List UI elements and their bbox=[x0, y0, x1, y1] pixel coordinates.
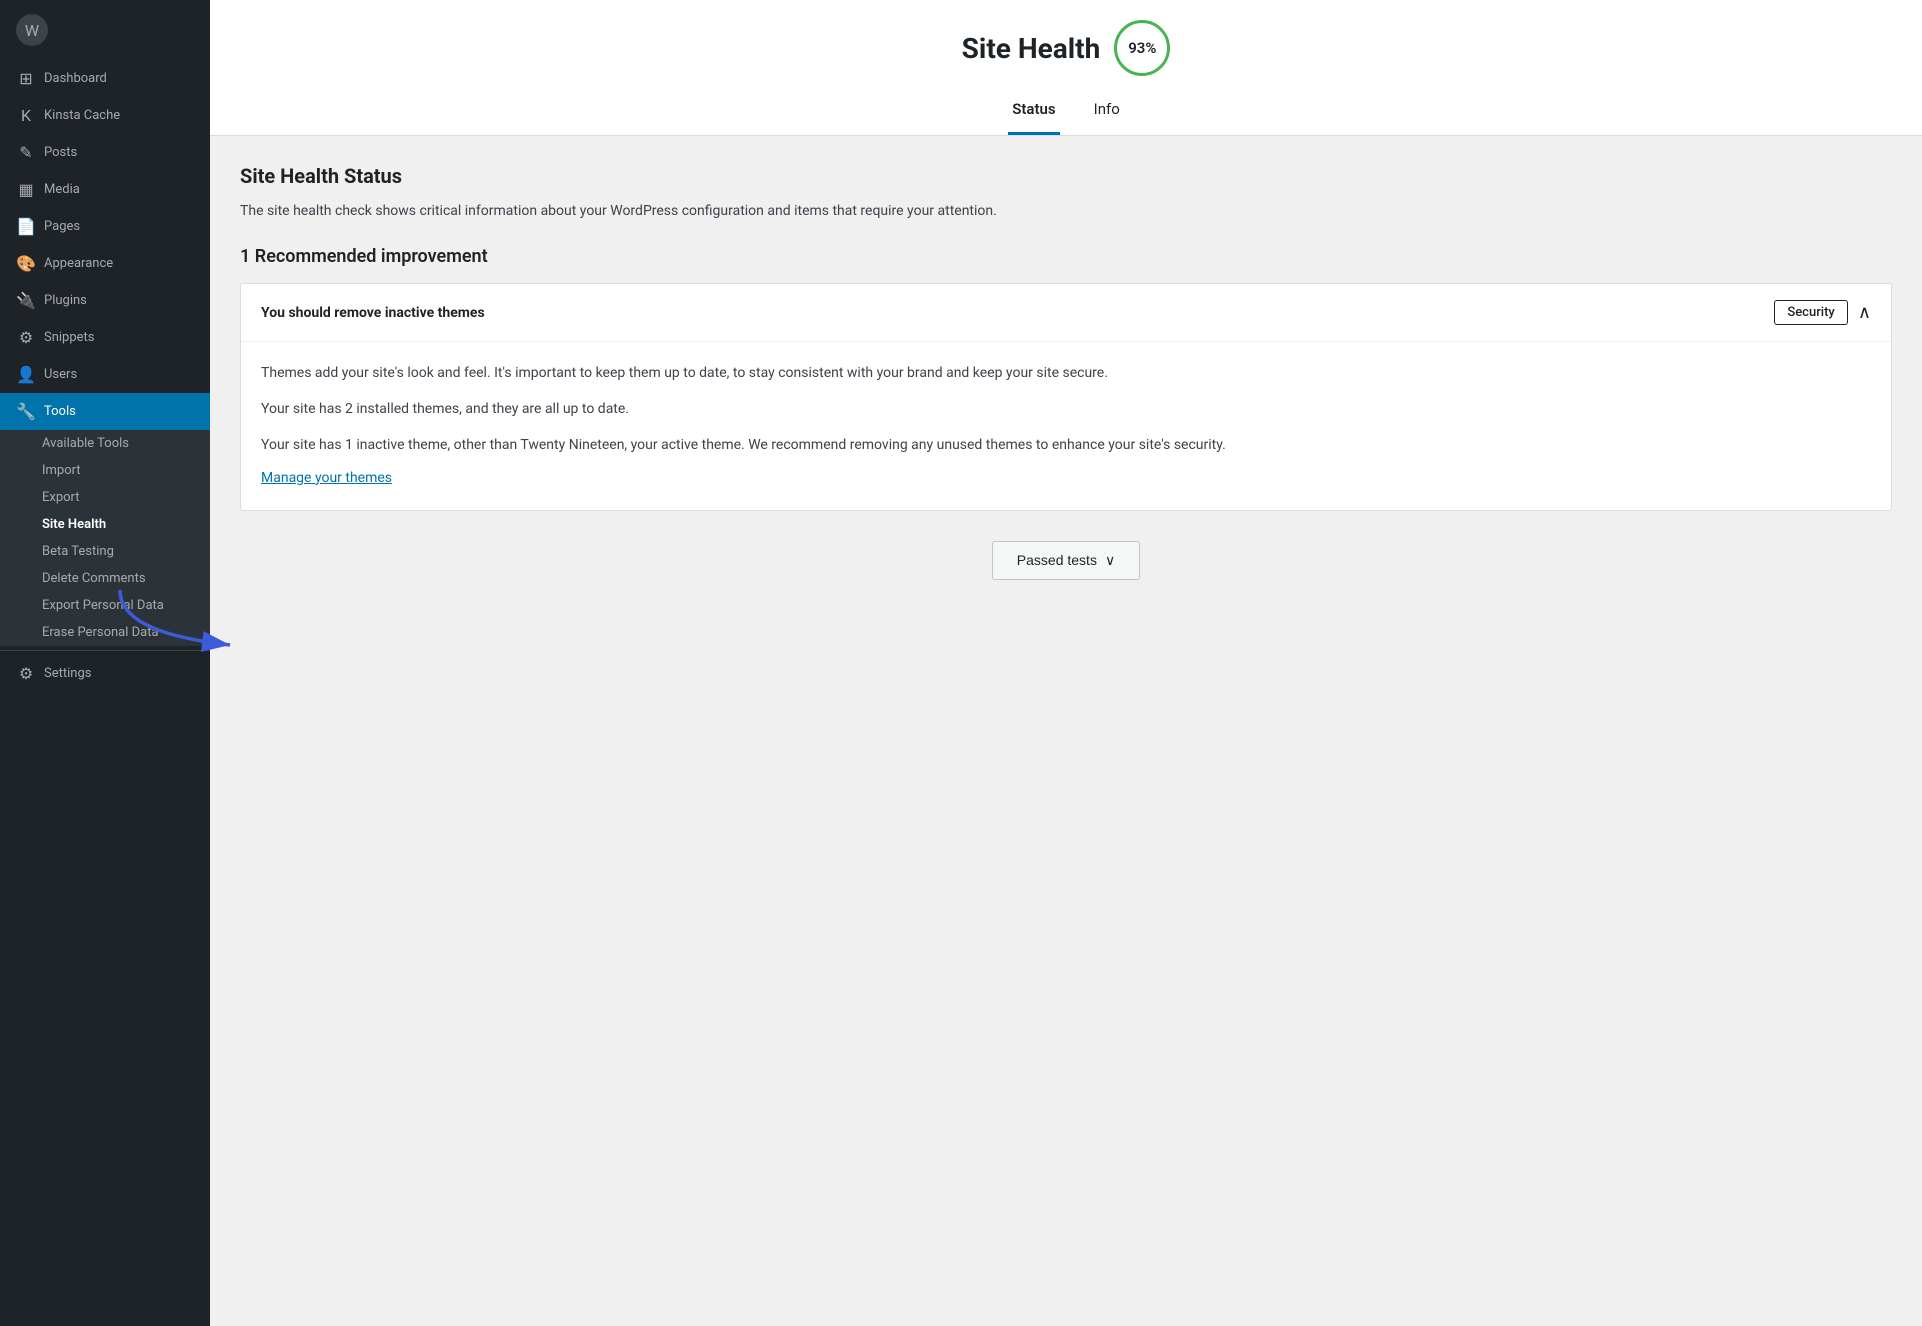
sidebar-item-settings[interactable]: ⚙ Settings bbox=[0, 655, 210, 692]
sidebar-item-tools[interactable]: 🔧 Tools bbox=[0, 393, 210, 430]
sidebar-item-label: Snippets bbox=[44, 330, 95, 345]
sub-item-delete-comments[interactable]: Delete Comments bbox=[0, 565, 210, 592]
tools-icon: 🔧 bbox=[16, 402, 36, 421]
page-title-area: Site Health 93% bbox=[962, 20, 1171, 76]
posts-icon: ✎ bbox=[16, 143, 36, 162]
sidebar-logo: W bbox=[0, 0, 210, 60]
manage-themes-link[interactable]: Manage your themes bbox=[261, 470, 392, 486]
sub-item-beta-testing[interactable]: Beta Testing bbox=[0, 538, 210, 565]
issue-card: You should remove inactive themes Securi… bbox=[240, 283, 1892, 510]
sidebar-item-media[interactable]: ▦ Media bbox=[0, 171, 210, 208]
content-body: Site Health Status The site health check… bbox=[210, 136, 1922, 628]
issue-title: You should remove inactive themes bbox=[261, 305, 485, 321]
page-title: Site Health bbox=[962, 32, 1101, 65]
sidebar-item-posts[interactable]: ✎ Posts bbox=[0, 134, 210, 171]
plugins-icon: 🔌 bbox=[16, 291, 36, 310]
sidebar-item-label: Appearance bbox=[44, 256, 113, 271]
sidebar-item-plugins[interactable]: 🔌 Plugins bbox=[0, 282, 210, 319]
sidebar-item-pages[interactable]: 📄 Pages bbox=[0, 208, 210, 245]
sub-item-import[interactable]: Import bbox=[0, 457, 210, 484]
chevron-down-icon: ∨ bbox=[1105, 552, 1115, 569]
settings-icon: ⚙ bbox=[16, 664, 36, 683]
content-header: Site Health 93% Status Info bbox=[210, 0, 1922, 136]
issue-card-body: Themes add your site's look and feel. It… bbox=[241, 342, 1891, 509]
issue-body-text-3: Your site has 1 inactive theme, other th… bbox=[261, 434, 1871, 458]
sidebar-separator bbox=[0, 650, 210, 651]
kinsta-icon: K bbox=[16, 106, 36, 125]
collapse-chevron-icon[interactable]: ∧ bbox=[1858, 302, 1871, 323]
sidebar-item-users[interactable]: 👤 Users bbox=[0, 356, 210, 393]
sidebar-item-dashboard[interactable]: ⊞ Dashboard bbox=[0, 60, 210, 97]
users-icon: 👤 bbox=[16, 365, 36, 384]
sidebar-item-label: Dashboard bbox=[44, 71, 107, 86]
appearance-icon: 🎨 bbox=[16, 254, 36, 273]
tools-sub-menu: Available Tools Import Export Site Healt… bbox=[0, 430, 210, 646]
sidebar-item-label: Users bbox=[44, 367, 77, 382]
dashboard-icon: ⊞ bbox=[16, 69, 36, 88]
sidebar: W ⊞ Dashboard K Kinsta Cache ✎ Posts ▦ M… bbox=[0, 0, 210, 1326]
section-title: Site Health Status bbox=[240, 164, 1892, 188]
issue-header-right: Security ∧ bbox=[1774, 300, 1871, 325]
sidebar-item-label: Tools bbox=[44, 404, 76, 419]
issue-card-header: You should remove inactive themes Securi… bbox=[241, 284, 1891, 342]
media-icon: ▦ bbox=[16, 180, 36, 199]
tab-status[interactable]: Status bbox=[1008, 92, 1059, 135]
description-text: The site health check shows critical inf… bbox=[240, 200, 1892, 222]
sidebar-item-appearance[interactable]: 🎨 Appearance bbox=[0, 245, 210, 282]
tab-info[interactable]: Info bbox=[1090, 92, 1124, 135]
issue-body-text-1: Themes add your site's look and feel. It… bbox=[261, 362, 1871, 386]
pages-icon: 📄 bbox=[16, 217, 36, 236]
issue-body-text-2: Your site has 2 installed themes, and th… bbox=[261, 398, 1871, 422]
sub-item-erase-personal-data[interactable]: Erase Personal Data bbox=[0, 619, 210, 646]
sidebar-item-label: Settings bbox=[44, 666, 91, 681]
sidebar-item-label: Posts bbox=[44, 145, 77, 160]
passed-tests-button[interactable]: Passed tests ∨ bbox=[992, 541, 1140, 580]
sidebar-item-snippets[interactable]: ⚙ Snippets bbox=[0, 319, 210, 356]
health-score-value: 93% bbox=[1128, 39, 1156, 57]
main-content: Site Health 93% Status Info Site Health … bbox=[210, 0, 1922, 1326]
passed-tests-label: Passed tests bbox=[1017, 552, 1097, 568]
improvement-heading: 1 Recommended improvement bbox=[240, 246, 1892, 267]
sidebar-item-label: Plugins bbox=[44, 293, 87, 308]
wp-logo-icon: W bbox=[16, 14, 48, 46]
passed-tests-bar: Passed tests ∨ bbox=[240, 541, 1892, 580]
security-badge: Security bbox=[1774, 300, 1847, 325]
sidebar-item-label: Media bbox=[44, 182, 80, 197]
sub-item-export[interactable]: Export bbox=[0, 484, 210, 511]
sub-item-site-health[interactable]: Site Health bbox=[0, 511, 210, 538]
sub-item-export-personal-data[interactable]: Export Personal Data bbox=[0, 592, 210, 619]
sidebar-item-label: Pages bbox=[44, 219, 80, 234]
snippets-icon: ⚙ bbox=[16, 328, 36, 347]
sidebar-item-label: Kinsta Cache bbox=[44, 108, 120, 123]
sidebar-item-kinsta-cache[interactable]: K Kinsta Cache bbox=[0, 97, 210, 134]
tabs-nav: Status Info bbox=[1008, 92, 1124, 135]
sub-item-available-tools[interactable]: Available Tools bbox=[0, 430, 210, 457]
health-score-circle: 93% bbox=[1114, 20, 1170, 76]
